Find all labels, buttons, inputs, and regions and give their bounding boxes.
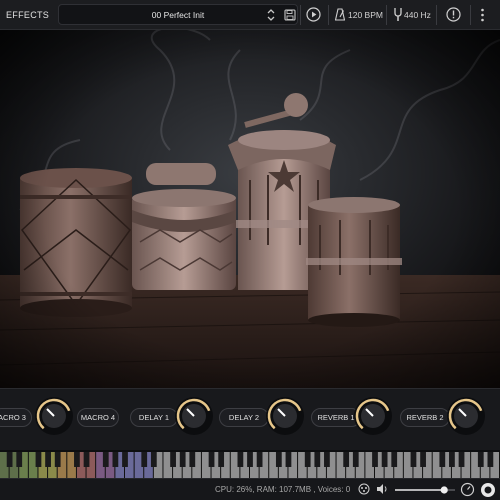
macro-strip: ACRO 3 MACRO 4 DELAY 1 DELAY 2 REVERB 1 … [0, 388, 500, 450]
black-key[interactable] [170, 452, 176, 467]
black-key[interactable] [6, 452, 13, 467]
black-key[interactable] [218, 452, 225, 467]
delay-1-label[interactable]: DELAY 1 [130, 408, 178, 427]
black-key[interactable] [179, 452, 186, 467]
cpu-icon[interactable] [358, 483, 370, 495]
black-key[interactable] [477, 452, 484, 467]
divider [328, 5, 329, 25]
chevron-updown-icon[interactable] [266, 8, 276, 22]
black-key[interactable] [487, 452, 494, 467]
tuning-display[interactable]: 440 Hz [404, 10, 431, 20]
metronome-icon[interactable] [335, 8, 345, 21]
logo-icon [481, 483, 495, 497]
black-key[interactable] [275, 452, 282, 467]
delay-2-label[interactable]: DELAY 2 [219, 408, 269, 427]
black-key[interactable] [372, 452, 378, 467]
black-key[interactable] [439, 452, 446, 467]
reverb-2-knob[interactable] [445, 395, 487, 437]
black-key[interactable] [410, 452, 417, 467]
preset-selector[interactable]: 00 Perfect Init [58, 4, 298, 25]
divider [470, 5, 471, 25]
top-bar: EFFECTS 00 Perfect Init 120 BPM 440 Hz [0, 0, 500, 30]
black-key[interactable] [285, 452, 292, 467]
black-key[interactable] [150, 452, 157, 467]
drums-illustration [0, 30, 500, 388]
black-key[interactable] [304, 452, 311, 467]
black-key[interactable] [54, 452, 61, 467]
black-key[interactable] [83, 452, 90, 467]
black-key[interactable] [420, 452, 426, 467]
menu-icon[interactable] [481, 8, 484, 22]
black-key[interactable] [189, 452, 196, 467]
delay-2-knob[interactable] [264, 395, 306, 437]
divider [386, 5, 387, 25]
delay-1-knob[interactable] [173, 395, 215, 437]
black-key[interactable] [16, 452, 23, 467]
black-key[interactable] [141, 452, 148, 467]
divider [300, 5, 301, 25]
system-stats: CPU: 26%, RAM: 107.7MB , Voices: 0 [215, 485, 351, 494]
tuning-fork-icon[interactable] [393, 7, 403, 22]
instrument-artwork [0, 30, 500, 388]
play-icon[interactable] [306, 7, 321, 22]
volume-slider[interactable] [395, 485, 455, 495]
reverb-2-label[interactable]: REVERB 2 [400, 408, 450, 427]
info-icon[interactable] [446, 7, 461, 22]
black-key[interactable] [208, 452, 215, 467]
black-key[interactable] [102, 452, 109, 467]
black-key[interactable] [391, 452, 398, 467]
gauge-icon[interactable] [460, 482, 475, 497]
black-key[interactable] [74, 452, 80, 467]
save-icon[interactable] [284, 9, 296, 21]
black-key[interactable] [458, 452, 465, 467]
black-key[interactable] [314, 452, 321, 467]
black-key[interactable] [352, 452, 359, 467]
black-key[interactable] [45, 452, 51, 467]
divider [436, 5, 437, 25]
black-key[interactable] [35, 452, 42, 467]
macro-4-label[interactable]: MACRO 4 [77, 408, 119, 427]
status-bar: CPU: 26%, RAM: 107.7MB , Voices: 0 [0, 478, 500, 500]
reverb-1-knob[interactable] [352, 395, 394, 437]
tempo-display[interactable]: 120 BPM [348, 10, 383, 20]
black-key[interactable] [122, 452, 128, 467]
black-key[interactable] [237, 452, 244, 467]
effects-tab[interactable]: EFFECTS [0, 10, 52, 20]
preset-name: 00 Perfect Init [151, 9, 205, 20]
piano-keys[interactable] [0, 452, 500, 478]
macro-3-knob[interactable] [33, 395, 75, 437]
black-key[interactable] [381, 452, 388, 467]
black-key[interactable] [449, 452, 455, 467]
black-key[interactable] [256, 452, 263, 467]
black-key[interactable] [343, 452, 350, 467]
black-key[interactable] [247, 452, 253, 467]
black-key[interactable] [112, 452, 119, 467]
piano-keyboard[interactable] [0, 452, 500, 478]
macro-3-label[interactable]: ACRO 3 [0, 408, 32, 427]
speaker-icon[interactable] [376, 483, 389, 495]
black-key[interactable] [324, 452, 330, 467]
